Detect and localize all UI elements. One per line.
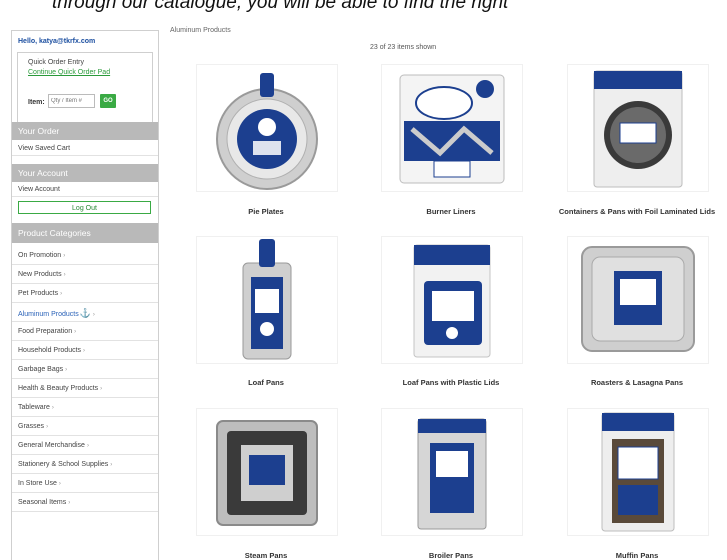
chevron-right-icon: › [60,291,63,297]
product-name[interactable]: Roasters & Lasagna Pans [557,378,717,387]
category-label: New Products [18,271,62,278]
quick-order-pad-link[interactable]: Continue Quick Order Pad [28,69,110,76]
chevron-right-icon: › [63,253,66,259]
category-label: Aluminum Products [18,311,79,318]
breadcrumb: Aluminum Products [170,27,231,34]
product-name[interactable]: Pie Plates [186,207,346,216]
category-label: Food Preparation [18,328,73,335]
account-header: Your Account [12,164,158,182]
category-label: Seasonal Items [18,499,67,506]
category-item[interactable]: New Products › [12,266,158,284]
product-image[interactable] [567,64,709,192]
category-item[interactable]: Health & Beauty Products › [12,380,158,398]
product-image[interactable] [567,408,709,536]
category-item[interactable]: Household Products › [12,342,158,360]
product-image[interactable] [567,236,709,364]
category-item[interactable]: Garbage Bags › [12,361,158,379]
category-item[interactable]: General Merchandise › [12,437,158,455]
category-item[interactable]: Aluminum Products⚓ › [12,304,158,322]
product-name[interactable]: Loaf Pans [186,378,346,387]
category-label: Garbage Bags [18,366,64,373]
chevron-right-icon: › [65,367,68,373]
category-item[interactable]: Seasonal Items › [12,494,158,512]
chevron-right-icon: › [63,272,66,278]
category-item[interactable]: In Store Use › [12,475,158,493]
product-name[interactable]: Burner Liners [371,207,531,216]
product-image[interactable] [381,408,523,536]
category-item[interactable]: Grasses › [12,418,158,436]
chevron-right-icon: › [74,329,77,335]
quick-order-go-button[interactable]: GO [100,94,116,108]
category-item[interactable]: Tableware › [12,399,158,417]
category-item[interactable]: Stationery & School Supplies › [12,456,158,474]
chevron-right-icon: › [83,348,86,354]
product-image[interactable] [196,236,338,364]
chevron-right-icon: › [86,443,89,449]
chevron-right-icon: › [100,386,103,392]
category-label: Tableware [18,404,50,411]
product-image[interactable] [196,64,338,192]
product-name[interactable]: Loaf Pans with Plastic Lids [371,378,531,387]
chevron-right-icon: › [46,424,49,430]
chevron-right-icon: › [92,312,95,318]
your-order-header: Your Order [12,122,158,140]
chevron-right-icon: › [110,462,113,468]
category-label: Household Products [18,347,82,354]
chevron-right-icon: › [58,481,61,487]
quick-order-title: Quick Order Entry [28,59,85,66]
product-image[interactable] [381,236,523,364]
product-name[interactable]: Containers & Pans with Foil Laminated Li… [557,207,717,216]
category-label: In Store Use [18,480,57,487]
quick-order-item-label: Item: [28,99,45,106]
view-saved-cart-link[interactable]: View Saved Cart [12,142,158,156]
category-label: Stationery & School Supplies [18,461,109,468]
sidebar: Hello, katya@tkrfx.com Quick Order Entry… [11,30,159,560]
view-account-link[interactable]: View Account [12,183,158,197]
top-banner-text: through our catalogue, you will be able … [52,0,509,13]
item-count: 23 of 23 items shown [370,44,437,51]
product-categories-header: Product Categories [12,223,158,243]
category-item[interactable]: Food Preparation › [12,323,158,341]
category-item[interactable]: On Promotion › [12,247,158,265]
product-image[interactable] [381,64,523,192]
chevron-right-icon: › [51,405,54,411]
category-item[interactable]: Pet Products › [12,285,158,303]
category-label: Health & Beauty Products [18,385,99,392]
product-image[interactable] [196,408,338,536]
quick-order-item-input[interactable] [48,94,95,108]
category-label: Pet Products [18,290,59,297]
category-label: On Promotion [18,252,62,259]
category-label: Grasses [18,423,45,430]
user-email[interactable]: Hello, katya@tkrfx.com [18,38,95,45]
chevron-right-icon: › [68,500,71,506]
cursor-anchor-icon: ⚓ [79,308,91,318]
log-out-button[interactable]: Log Out [18,201,151,214]
category-label: General Merchandise [18,442,85,449]
